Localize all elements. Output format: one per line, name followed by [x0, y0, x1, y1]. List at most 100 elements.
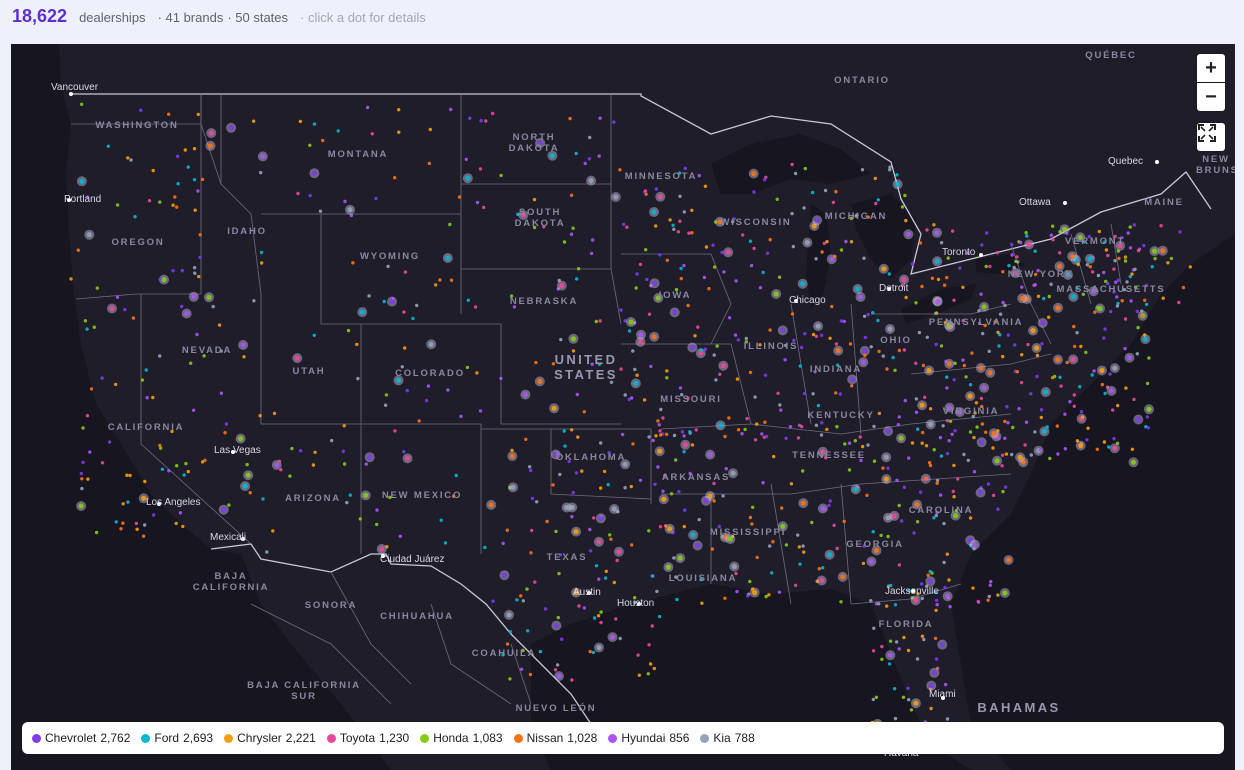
dealership-dot[interactable]: [835, 348, 841, 354]
dealership-dot[interactable]: [972, 470, 977, 474]
dealership-dot[interactable]: [723, 596, 727, 600]
dealership-dot[interactable]: [1010, 452, 1014, 457]
dealership-dot[interactable]: [1001, 300, 1005, 305]
dealership-dot[interactable]: [749, 263, 754, 268]
dealership-dot[interactable]: [988, 264, 992, 269]
dealership-dot[interactable]: [525, 587, 529, 591]
dealership-dot[interactable]: [1130, 272, 1134, 276]
dealership-dot[interactable]: [839, 248, 844, 252]
dealership-dot[interactable]: [537, 378, 543, 384]
dealership-dot[interactable]: [125, 473, 129, 477]
dealership-dot[interactable]: [79, 102, 84, 106]
dealership-dot[interactable]: [296, 191, 300, 196]
dealership-dot[interactable]: [208, 130, 214, 136]
dealership-dot[interactable]: [1112, 437, 1116, 441]
dealership-dot[interactable]: [1096, 273, 1101, 278]
dealership-dot[interactable]: [891, 513, 898, 519]
dealership-dot[interactable]: [828, 336, 832, 340]
dealership-dot[interactable]: [628, 319, 634, 325]
dealership-dot[interactable]: [1093, 310, 1097, 314]
dealership-dot[interactable]: [1099, 367, 1105, 374]
dealership-dot[interactable]: [658, 253, 662, 257]
dealership-dot[interactable]: [570, 515, 574, 519]
dealership-dot[interactable]: [934, 258, 940, 264]
dealership-dot[interactable]: [796, 436, 801, 440]
dealership-dot[interactable]: [703, 184, 708, 188]
dealership-dot[interactable]: [945, 593, 951, 599]
dealership-dot[interactable]: [174, 521, 178, 526]
dealership-dot[interactable]: [721, 494, 725, 498]
dealership-dot[interactable]: [893, 716, 898, 721]
dealership-dot[interactable]: [375, 508, 379, 512]
dealership-dot[interactable]: [594, 319, 598, 324]
dealership-dot[interactable]: [100, 376, 104, 380]
dealership-dot[interactable]: [819, 433, 824, 437]
dealership-dot[interactable]: [562, 429, 566, 433]
dealership-dot[interactable]: [801, 469, 805, 473]
dealership-dot[interactable]: [945, 386, 949, 390]
dealership-dot[interactable]: [1079, 410, 1084, 414]
dealership-dot[interactable]: [847, 468, 852, 472]
dealership-dot[interactable]: [953, 429, 957, 433]
dealership-dot[interactable]: [776, 391, 780, 395]
dealership-dot[interactable]: [871, 311, 875, 315]
dealership-dot[interactable]: [1100, 382, 1105, 387]
dealership-dot[interactable]: [382, 299, 386, 304]
dealership-dot[interactable]: [478, 167, 483, 171]
dealership-dot[interactable]: [897, 503, 901, 508]
dealership-dot[interactable]: [479, 119, 483, 123]
dealership-dot[interactable]: [1034, 345, 1040, 351]
dealership-dot[interactable]: [654, 434, 658, 438]
dealership-dot[interactable]: [499, 376, 503, 381]
dealership-dot[interactable]: [849, 376, 855, 382]
dealership-dot[interactable]: [1084, 350, 1088, 355]
dealership-dot[interactable]: [468, 116, 472, 120]
dealership-dot[interactable]: [885, 604, 889, 608]
dealership-dot[interactable]: [128, 473, 132, 478]
dealership-dot[interactable]: [814, 217, 820, 223]
dealership-dot[interactable]: [943, 585, 947, 590]
dealership-dot[interactable]: [603, 576, 608, 580]
dealership-dot[interactable]: [840, 574, 846, 580]
dealership-dot[interactable]: [913, 597, 919, 604]
dealership-dot[interactable]: [696, 325, 700, 329]
dealership-dot[interactable]: [260, 153, 266, 159]
dealership-dot[interactable]: [967, 393, 973, 399]
dealership-dot[interactable]: [123, 307, 127, 312]
dealership-dot[interactable]: [365, 105, 370, 110]
dealership-dot[interactable]: [791, 244, 795, 249]
dealership-dot[interactable]: [753, 395, 757, 399]
dealership-dot[interactable]: [1124, 386, 1128, 390]
dealership-dot[interactable]: [765, 251, 770, 255]
dealership-dot[interactable]: [265, 550, 269, 554]
dealership-dot[interactable]: [351, 261, 355, 265]
dealership-dot[interactable]: [793, 171, 798, 176]
dealership-dot[interactable]: [1042, 296, 1046, 301]
dealership-dot[interactable]: [1072, 393, 1077, 397]
dealership-dot[interactable]: [428, 341, 434, 347]
dealership-dot[interactable]: [484, 119, 488, 123]
dealership-dot[interactable]: [358, 517, 362, 521]
dealership-dot[interactable]: [1120, 299, 1124, 303]
dealership-dot[interactable]: [661, 496, 667, 502]
dealership-dot[interactable]: [935, 603, 939, 607]
dealership-dot[interactable]: [1041, 428, 1047, 434]
dealership-dot[interactable]: [972, 547, 976, 551]
dealership-dot[interactable]: [644, 248, 648, 252]
dealership-dot[interactable]: [816, 403, 821, 408]
dealership-dot[interactable]: [907, 456, 911, 460]
dealership-dot[interactable]: [984, 264, 988, 269]
dealership-dot[interactable]: [1069, 253, 1075, 259]
dealership-dot[interactable]: [616, 549, 622, 555]
dealership-dot[interactable]: [345, 500, 349, 505]
dealership-dot[interactable]: [509, 453, 515, 459]
dealership-dot[interactable]: [638, 262, 643, 267]
dealership-dot[interactable]: [817, 567, 821, 571]
dealership-dot[interactable]: [1111, 408, 1115, 412]
dealership-dot[interactable]: [927, 578, 934, 584]
dealership-dot[interactable]: [1001, 270, 1005, 274]
dealership-dot[interactable]: [192, 178, 197, 182]
dealership-dot[interactable]: [570, 428, 574, 432]
dealership-dot[interactable]: [661, 489, 665, 493]
dealership-dot[interactable]: [763, 420, 767, 424]
